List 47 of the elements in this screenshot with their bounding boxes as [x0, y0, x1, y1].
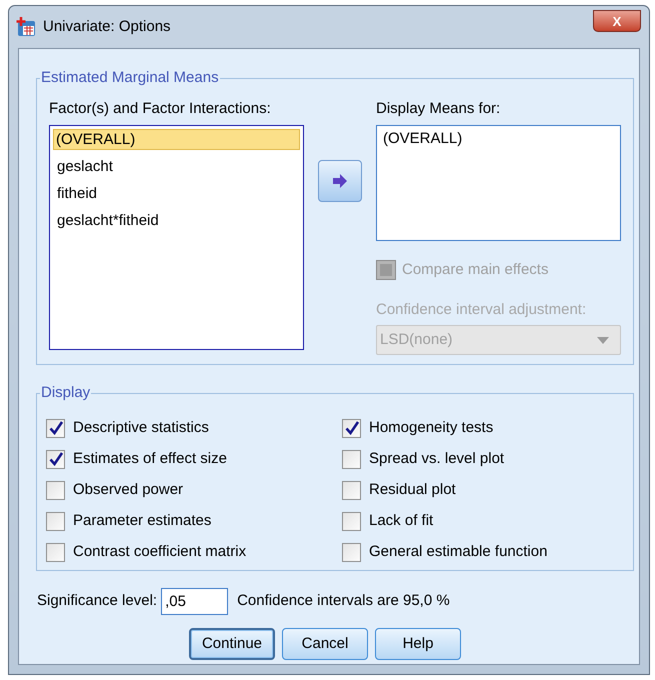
group-title: Display	[40, 384, 92, 402]
checkbox-label: Residual plot	[369, 480, 456, 500]
list-label: Factor(s) and Factor Interactions:	[49, 100, 272, 118]
display-means-list[interactable]: (OVERALL)	[376, 125, 621, 241]
list-item[interactable]: geslacht	[53, 156, 300, 177]
dialog-button[interactable]: Continue	[189, 628, 275, 660]
app-icon	[15, 16, 37, 38]
list-item[interactable]: fitheid	[53, 183, 300, 204]
group-title: Estimated Marginal Means	[40, 69, 220, 87]
checkbox[interactable]	[342, 480, 361, 500]
window-title: Univariate: Options	[43, 16, 172, 37]
move-right-button[interactable]	[318, 160, 362, 202]
list-item[interactable]: (OVERALL)	[380, 129, 617, 148]
checkbox[interactable]	[342, 418, 361, 438]
arrow-right-icon	[332, 174, 348, 188]
checkbox[interactable]	[342, 512, 361, 530]
list-label: Display Means for:	[376, 100, 502, 118]
dialog-button[interactable]: Help	[375, 628, 461, 660]
checkbox[interactable]	[342, 542, 361, 562]
significance-input[interactable]: ,05	[161, 588, 228, 615]
checkbox[interactable]	[342, 450, 361, 468]
dropdown-arrow-icon	[597, 336, 609, 344]
list-item[interactable]: (OVERALL)	[53, 129, 300, 150]
field-label: Significance level:	[37, 591, 158, 612]
list-item[interactable]: geslacht*fitheid	[53, 210, 300, 231]
checkbox-label: Lack of fit	[369, 510, 434, 531]
checkbox[interactable]	[46, 512, 65, 530]
dropdown-label: Confidence interval adjustment:	[376, 300, 588, 320]
checkmark-icon	[344, 421, 358, 435]
checkbox-label: Observed power	[73, 480, 184, 500]
checkbox-label: Estimates of effect size	[73, 448, 227, 469]
checkbox-label: Descriptive statistics	[73, 418, 209, 438]
checkmark-icon	[48, 452, 62, 466]
checkmark-icon	[48, 421, 62, 435]
checkbox-label: Parameter estimates	[73, 510, 212, 531]
checkbox[interactable]	[46, 542, 65, 562]
checkbox[interactable]	[46, 480, 65, 500]
checkbox[interactable]	[46, 418, 65, 438]
checkbox-label: Homogeneity tests	[369, 418, 494, 438]
checkbox-label: General estimable function	[369, 542, 548, 562]
checkbox[interactable]	[46, 450, 65, 468]
confidence-note: Confidence intervals are 95,0 %	[237, 591, 450, 612]
factor-list[interactable]: (OVERALL) geslacht fitheid geslacht*fitheid	[49, 125, 304, 350]
checkbox-label: Spread vs. level plot	[369, 448, 504, 469]
checkbox-label: Contrast coefficient matrix	[73, 542, 246, 562]
dialog-button[interactable]: Cancel	[282, 628, 368, 660]
checkbox-label: Compare main effects	[402, 260, 548, 280]
